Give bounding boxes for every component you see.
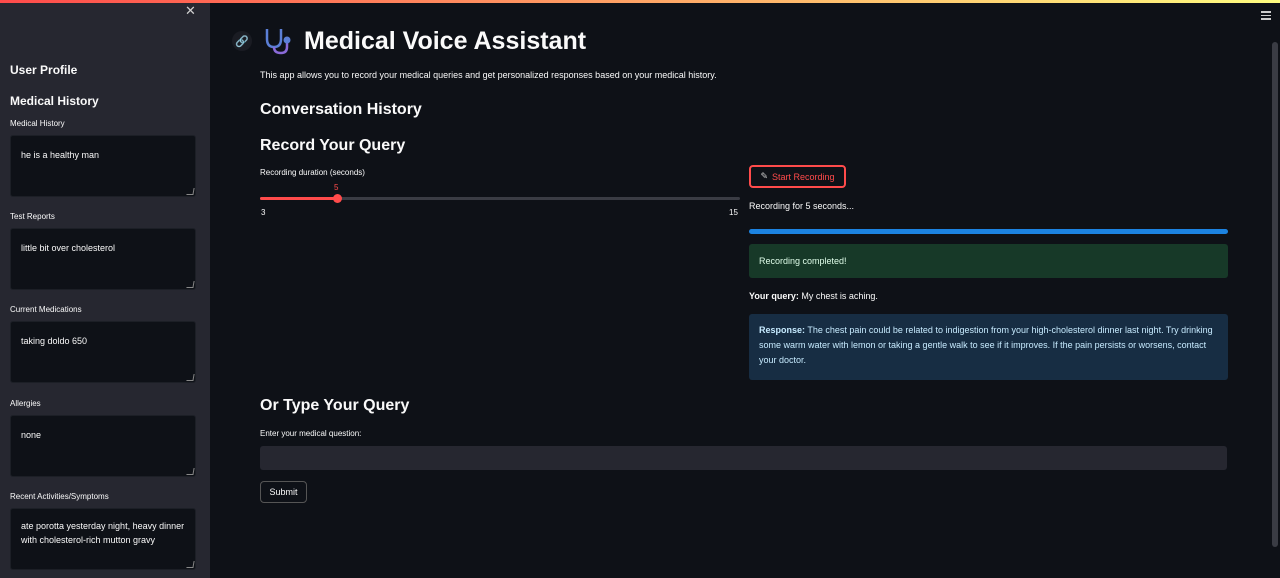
record-query-heading: Record Your Query: [260, 137, 406, 154]
main-menu-icon[interactable]: [1261, 11, 1271, 22]
sidebar: ✕ User Profile Medical History Medical H…: [0, 3, 210, 578]
microphone-icon: ✎: [760, 171, 768, 181]
response-info-box: Response: The chest pain could be relate…: [749, 314, 1228, 380]
recent-activities-value: ate porotta yesterday night, heavy dinne…: [21, 521, 185, 545]
current-medications-label: Current Medications: [10, 305, 82, 314]
duration-slider-label: Recording duration (seconds): [260, 168, 365, 177]
test-reports-label: Test Reports: [10, 212, 55, 221]
response-text: The chest pain could be related to indig…: [759, 325, 1213, 365]
recording-progress-bar: [749, 229, 1228, 234]
resize-handle-icon[interactable]: [186, 468, 195, 475]
allergies-textarea[interactable]: none: [10, 415, 196, 477]
submit-button[interactable]: Submit: [260, 481, 307, 503]
slider-max-label: 15: [729, 208, 738, 217]
page-title: Medical Voice Assistant: [304, 27, 587, 55]
medical-history-value: he is a healthy man: [21, 150, 100, 160]
test-reports-value: little bit over cholesterol: [21, 243, 116, 253]
allergies-label: Allergies: [10, 399, 41, 408]
question-input[interactable]: [260, 446, 1227, 470]
question-input-label: Enter your medical question:: [260, 429, 362, 438]
test-reports-textarea[interactable]: little bit over cholesterol: [10, 228, 196, 290]
recording-status: Recording for 5 seconds...: [749, 201, 855, 211]
success-text: Recording completed!: [759, 256, 847, 266]
resize-handle-icon[interactable]: [186, 188, 195, 195]
intro-text: This app allows you to record your medic…: [260, 70, 717, 80]
current-medications-textarea[interactable]: taking doldo 650: [10, 321, 196, 383]
recent-activities-label: Recent Activities/Symptoms: [10, 492, 109, 501]
start-recording-label: Start Recording: [772, 171, 835, 182]
scrollbar[interactable]: [1272, 42, 1278, 547]
query-label: Your query:: [749, 291, 799, 301]
slider-min-label: 3: [261, 208, 266, 217]
recent-activities-textarea[interactable]: ate porotta yesterday night, heavy dinne…: [10, 508, 196, 570]
close-sidebar-icon[interactable]: ✕: [185, 3, 196, 19]
resize-handle-icon[interactable]: [186, 281, 195, 288]
query-text: My chest is aching.: [801, 291, 878, 301]
response-label: Response:: [759, 325, 806, 335]
sidebar-heading: User Profile: [10, 63, 78, 77]
success-alert: Recording completed!: [749, 244, 1228, 278]
resize-handle-icon[interactable]: [186, 561, 195, 568]
medical-history-textarea[interactable]: he is a healthy man: [10, 135, 196, 197]
type-query-heading: Or Type Your Query: [260, 397, 410, 414]
resize-handle-icon[interactable]: [186, 374, 195, 381]
link-icon[interactable]: 🔗: [232, 31, 252, 51]
duration-slider-value: 5: [334, 183, 339, 192]
stethoscope-icon: [265, 29, 291, 55]
duration-slider-thumb[interactable]: [333, 194, 342, 203]
sidebar-subheading: Medical History: [10, 94, 99, 108]
allergies-value: none: [21, 430, 42, 440]
current-medications-value: taking doldo 650: [21, 336, 88, 346]
medical-history-label: Medical History: [10, 119, 65, 128]
your-query: Your query: My chest is aching.: [749, 291, 878, 301]
recording-progress-fill: [749, 229, 1228, 234]
start-recording-button[interactable]: ✎ Start Recording: [749, 165, 846, 188]
conversation-history-heading: Conversation History: [260, 101, 422, 118]
duration-slider-fill: [260, 197, 337, 200]
